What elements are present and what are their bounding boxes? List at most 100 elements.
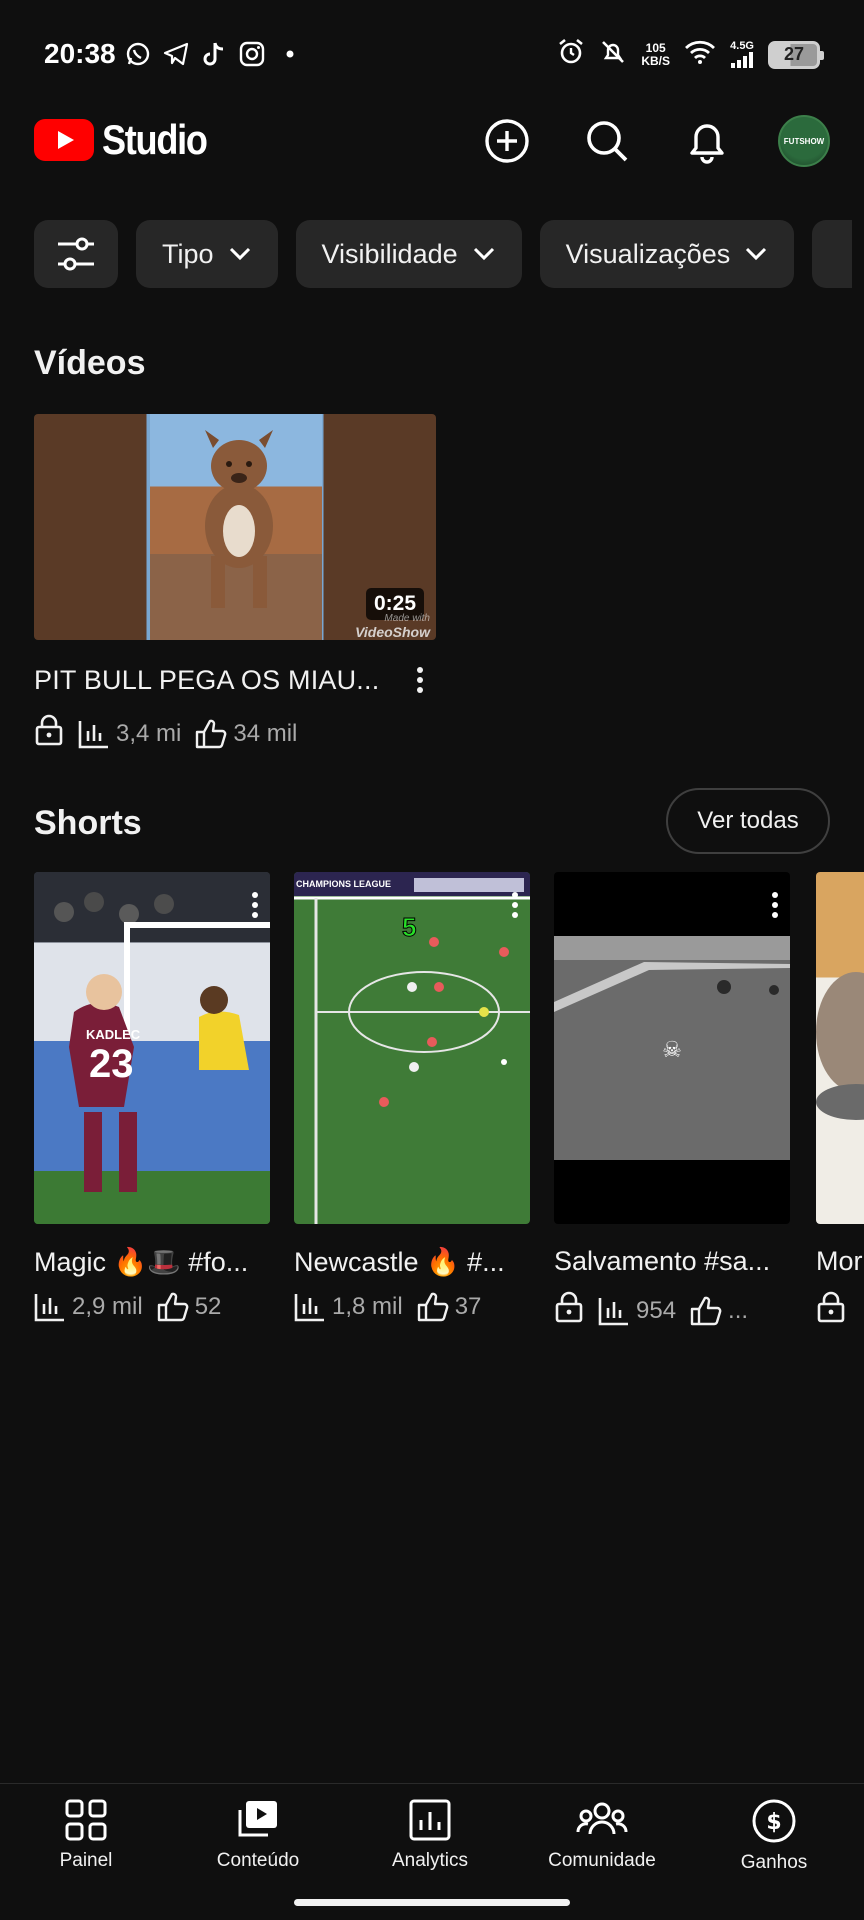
filter-chip-more[interactable]: [812, 220, 853, 288]
search-button[interactable]: [578, 112, 636, 170]
pitbull-dog-image: [205, 430, 273, 608]
filter-chip-views[interactable]: Visualizações: [539, 220, 795, 288]
more-dot: [512, 902, 518, 908]
filter-settings-button[interactable]: [34, 220, 118, 288]
views-count: 2,9 mil: [72, 1293, 143, 1320]
nav-item-dashboard[interactable]: Painel: [0, 1798, 172, 1872]
security-camera-image: ☠: [554, 936, 790, 1160]
chip-label: Visibilidade: [321, 238, 458, 269]
thumbs-up-icon: [196, 719, 227, 748]
short-card[interactable]: ☠ Salvamento #sa... 954 ...: [554, 872, 790, 1330]
youtube-play-logo-icon: [34, 119, 94, 161]
short-views: 954: [598, 1296, 676, 1326]
videos-section-title: Vídeos: [34, 344, 146, 382]
short-card[interactable]: CHAMPIONS LEAGUE 5 Newcastle 🔥 #... 1,8 …: [294, 872, 530, 1322]
short-thumbnail[interactable]: [816, 872, 864, 1224]
watermark-line2: VideoShow: [355, 624, 430, 640]
instagram-icon: [238, 40, 266, 68]
studio-logo[interactable]: Studio: [34, 116, 224, 164]
watermark-line1: Made with: [384, 613, 430, 624]
lock-icon: [554, 1291, 584, 1330]
community-icon: [576, 1802, 628, 1835]
chevron-down-icon: [473, 247, 494, 261]
short-thumbnail[interactable]: KADLEC 23: [34, 872, 270, 1224]
nav-item-earnings[interactable]: $ Ganhos: [688, 1798, 860, 1874]
cat-eating-image: [816, 972, 864, 1120]
likes-count: 37: [454, 1293, 482, 1320]
more-dot: [252, 892, 258, 898]
more-dot: [417, 687, 423, 693]
nav-item-analytics[interactable]: Analytics: [344, 1798, 516, 1872]
more-dot: [252, 912, 258, 918]
views-count: 1,8 mil: [332, 1293, 403, 1320]
avatar[interactable]: FUTSHOW: [778, 115, 830, 167]
content-icon: [238, 1801, 277, 1837]
thumbs-up-icon: [157, 1292, 189, 1322]
svg-text:☠: ☠: [662, 1038, 682, 1063]
short-title[interactable]: Salvamento #sa...: [554, 1246, 790, 1277]
video-title[interactable]: PIT BULL PEGA OS MIAU...: [34, 665, 379, 696]
video-views: 3,4 mi: [78, 719, 181, 749]
short-title[interactable]: Magic 🔥🎩 #fo...: [34, 1246, 270, 1278]
short-title[interactable]: Newcastle 🔥 #...: [294, 1246, 530, 1278]
signal-icon: 4.5G: [730, 41, 754, 68]
more-dot: [512, 912, 518, 918]
short-title[interactable]: Mor: [816, 1246, 864, 1277]
filter-chip-type[interactable]: Tipo: [136, 220, 278, 288]
home-indicator[interactable]: [294, 1899, 570, 1906]
short-thumbnail[interactable]: ☠: [554, 872, 790, 1224]
filter-chip-visibility[interactable]: Visibilidade: [295, 220, 522, 288]
create-button[interactable]: [478, 112, 536, 170]
short-card[interactable]: Mor: [816, 872, 864, 1330]
short-views: 2,9 mil: [34, 1292, 143, 1322]
notifications-button[interactable]: [678, 112, 736, 170]
likes-count: ...: [728, 1296, 749, 1324]
short-meta: [816, 1291, 864, 1330]
shorts-section-title: Shorts: [34, 804, 142, 842]
more-dot: [772, 892, 778, 898]
status-right: 105 KB/S 4.5G 27: [557, 38, 824, 71]
more-dot: [417, 667, 423, 673]
lock-icon: [34, 714, 64, 753]
thumbs-up-icon: [417, 1292, 449, 1322]
video-watermark: Made with VideoShow: [355, 613, 430, 640]
nav-label: Conteúdo: [216, 1850, 300, 1871]
net-speed: 105 KB/S: [641, 41, 670, 68]
nav-item-community[interactable]: Comunidade: [516, 1798, 688, 1872]
short-card[interactable]: KADLEC 23 Magic 🔥🎩 #fo... 2,9 mil 52: [34, 872, 270, 1322]
nav-label: Painel: [59, 1850, 113, 1871]
likes-count: 52: [194, 1293, 222, 1320]
short-more-button[interactable]: [512, 892, 518, 918]
video-thumbnail[interactable]: 0:25 Made with VideoShow: [34, 414, 436, 640]
telegram-icon: [162, 40, 190, 68]
chevron-down-icon: [746, 247, 767, 261]
app-name: Studio: [102, 116, 208, 163]
short-more-button[interactable]: [252, 892, 258, 918]
network-type: 4.5G: [730, 40, 754, 52]
sliders-icon: [58, 237, 94, 271]
soccer-players-image: [34, 872, 270, 1224]
more-dot: [252, 902, 258, 908]
short-likes: 37: [417, 1292, 482, 1322]
chevron-down-icon: [229, 247, 250, 261]
video-card[interactable]: 0:25 Made with VideoShow PIT BULL PEGA O…: [34, 414, 436, 753]
more-dot: [772, 902, 778, 908]
alarm-icon: [557, 38, 585, 71]
nav-item-content[interactable]: Conteúdo: [172, 1798, 344, 1872]
dot-icon: [276, 40, 304, 68]
short-more-button[interactable]: [772, 892, 778, 918]
shorts-carousel: KADLEC 23 Magic 🔥🎩 #fo... 2,9 mil 52 CHA…: [34, 872, 864, 1332]
nav-label: Analytics: [391, 1850, 469, 1871]
short-thumbnail[interactable]: CHAMPIONS LEAGUE 5: [294, 872, 530, 1224]
views-count: 954: [636, 1296, 677, 1324]
see-all-button[interactable]: Ver todas: [666, 788, 830, 854]
analytics-icon: [409, 1799, 451, 1841]
status-time: 20:38: [44, 38, 116, 69]
more-dot: [417, 677, 423, 683]
filter-chips: Tipo Visibilidade Visualizações: [34, 220, 853, 288]
mute-icon: [599, 38, 627, 71]
short-views: 1,8 mil: [294, 1292, 403, 1322]
earnings-icon: $: [752, 1799, 796, 1843]
video-more-button[interactable]: [404, 660, 436, 700]
notification-icons: [124, 40, 304, 68]
